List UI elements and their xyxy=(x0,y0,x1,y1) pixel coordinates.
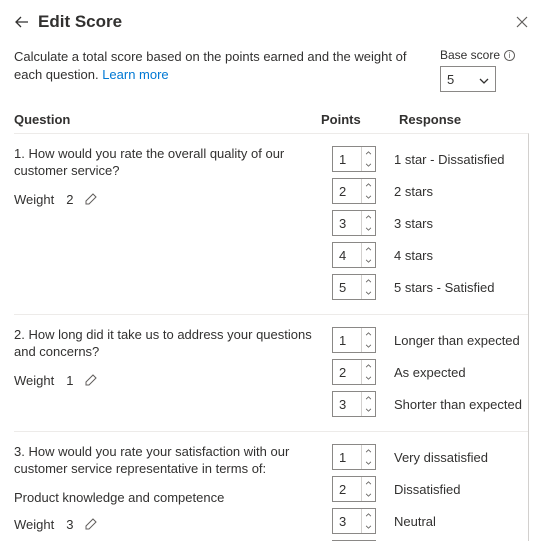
back-arrow-icon[interactable] xyxy=(14,14,30,30)
response-item: Shorter than expected xyxy=(394,391,524,417)
spinner-down-icon[interactable] xyxy=(362,191,375,203)
points-spinner[interactable]: 3 xyxy=(332,210,376,236)
points-value: 1 xyxy=(333,147,361,171)
spinner-down-icon[interactable] xyxy=(362,489,375,501)
pencil-icon[interactable] xyxy=(85,193,97,205)
response-item: 3 stars xyxy=(394,210,524,236)
learn-more-link[interactable]: Learn more xyxy=(102,67,168,82)
points-value: 2 xyxy=(333,179,361,203)
points-value: 3 xyxy=(333,509,361,533)
pencil-icon[interactable] xyxy=(85,518,97,530)
spinner-down-icon[interactable] xyxy=(362,521,375,533)
response-item: Longer than expected xyxy=(394,327,524,353)
spinner-up-icon[interactable] xyxy=(362,243,375,255)
spinner-up-icon[interactable] xyxy=(362,360,375,372)
points-value: 1 xyxy=(333,445,361,469)
pencil-icon[interactable] xyxy=(85,374,97,386)
points-spinner[interactable]: 3 xyxy=(332,391,376,417)
question-block: 3. How would you rate your satisfaction … xyxy=(14,432,528,541)
sub-question-text: Product knowledge and competence xyxy=(14,490,322,505)
spinner-up-icon[interactable] xyxy=(362,179,375,191)
weight-row: Weight 1 xyxy=(14,373,322,388)
question-text: 2. How long did it take us to address yo… xyxy=(14,327,322,361)
spinner-down-icon[interactable] xyxy=(362,159,375,171)
spinner-down-icon[interactable] xyxy=(362,340,375,352)
points-spinner[interactable]: 1 xyxy=(332,444,376,470)
points-spinner[interactable]: 3 xyxy=(332,508,376,534)
column-header-question: Question xyxy=(14,112,321,127)
points-value: 4 xyxy=(333,243,361,267)
weight-value: 2 xyxy=(66,192,73,207)
points-value: 2 xyxy=(333,360,361,384)
spinner-down-icon[interactable] xyxy=(362,223,375,235)
spinner-up-icon[interactable] xyxy=(362,445,375,457)
points-value: 2 xyxy=(333,477,361,501)
questions-scroll[interactable]: 1. How would you rate the overall qualit… xyxy=(14,133,529,541)
column-header-response: Response xyxy=(399,112,529,127)
weight-row: Weight 2 xyxy=(14,192,322,207)
base-score-select[interactable]: 5 xyxy=(440,66,496,92)
points-spinner[interactable]: 1 xyxy=(332,327,376,353)
points-spinner[interactable]: 4 xyxy=(332,242,376,268)
points-spinner[interactable]: 1 xyxy=(332,146,376,172)
question-text: 1. How would you rate the overall qualit… xyxy=(14,146,322,180)
spinner-up-icon[interactable] xyxy=(362,392,375,404)
points-spinner[interactable]: 2 xyxy=(332,476,376,502)
question-block: 1. How would you rate the overall qualit… xyxy=(14,134,528,315)
spinner-up-icon[interactable] xyxy=(362,275,375,287)
spinner-down-icon[interactable] xyxy=(362,255,375,267)
points-value: 5 xyxy=(333,275,361,299)
spinner-down-icon[interactable] xyxy=(362,457,375,469)
spinner-up-icon[interactable] xyxy=(362,147,375,159)
column-header-points: Points xyxy=(321,112,399,127)
weight-value: 1 xyxy=(66,373,73,388)
points-value: 3 xyxy=(333,392,361,416)
spinner-up-icon[interactable] xyxy=(362,328,375,340)
spinner-down-icon[interactable] xyxy=(362,287,375,299)
question-text: 3. How would you rate your satisfaction … xyxy=(14,444,322,478)
response-item: Very dissatisfied xyxy=(394,444,524,470)
description-text: Calculate a total score based on the poi… xyxy=(14,49,406,82)
base-score-label: Base score i xyxy=(440,48,515,62)
points-spinner[interactable]: 5 xyxy=(332,274,376,300)
points-value: 3 xyxy=(333,211,361,235)
points-value: 1 xyxy=(333,328,361,352)
spinner-down-icon[interactable] xyxy=(362,372,375,384)
response-item: 4 stars xyxy=(394,242,524,268)
weight-label: Weight xyxy=(14,192,54,207)
spinner-up-icon[interactable] xyxy=(362,211,375,223)
response-item: 5 stars - Satisfied xyxy=(394,274,524,300)
base-score-value: 5 xyxy=(447,72,454,87)
chevron-down-icon xyxy=(479,74,489,84)
response-item: 1 star - Dissatisfied xyxy=(394,146,524,172)
weight-label: Weight xyxy=(14,373,54,388)
response-item: 2 stars xyxy=(394,178,524,204)
info-icon[interactable]: i xyxy=(504,50,515,61)
description: Calculate a total score based on the poi… xyxy=(14,48,420,84)
weight-label: Weight xyxy=(14,517,54,532)
weight-value: 3 xyxy=(66,517,73,532)
spinner-up-icon[interactable] xyxy=(362,477,375,489)
close-icon[interactable] xyxy=(515,15,529,29)
response-item: As expected xyxy=(394,359,524,385)
spinner-up-icon[interactable] xyxy=(362,509,375,521)
spinner-down-icon[interactable] xyxy=(362,404,375,416)
question-block: 2. How long did it take us to address yo… xyxy=(14,315,528,432)
page-title: Edit Score xyxy=(38,12,122,32)
points-spinner[interactable]: 2 xyxy=(332,359,376,385)
points-spinner[interactable]: 2 xyxy=(332,178,376,204)
response-item: Neutral xyxy=(394,508,524,534)
response-item: Dissatisfied xyxy=(394,476,524,502)
weight-row: Weight 3 xyxy=(14,517,322,532)
